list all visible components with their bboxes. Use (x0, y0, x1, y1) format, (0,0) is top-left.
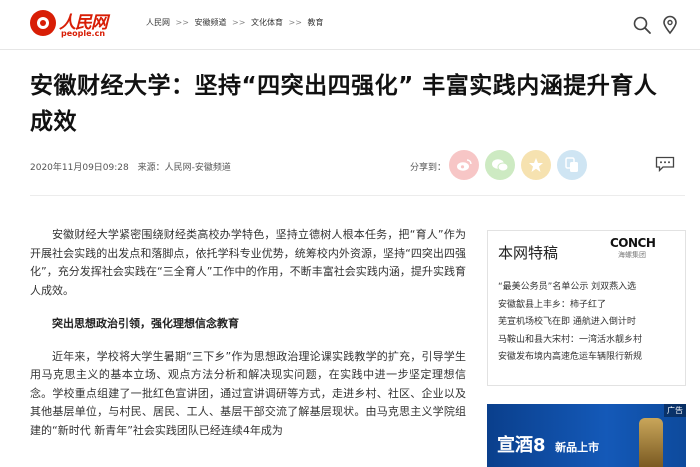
article-paragraph: 近年来，学校将大学生暑期“三下乡”作为思想政治理论课实践教学的扩充，引导学生用马… (30, 349, 466, 437)
article-title: 安徽财经大学：坚持“四突出四强化” 丰富实践内涵提升育人成效 (30, 73, 658, 135)
conch-logo[interactable]: CONCH 海螺集团 (610, 236, 680, 262)
breadcrumb-separator: >> (175, 18, 189, 27)
location-icon[interactable] (660, 15, 680, 35)
featured-list: “最美公务员”名单公示 刘双燕入选 安徽歙县上丰乡：柿子红了 芜宣机场校飞在即 … (498, 279, 683, 367)
ad-bottle-image (639, 418, 663, 467)
breadcrumb-item[interactable]: 教育 (308, 18, 324, 27)
article-subheading: 突出思想政治引领，强化理想信念教育 (52, 317, 239, 330)
meta-divider (30, 195, 685, 196)
ad-headline: 宣酒8 新品上市 (497, 431, 599, 457)
featured-link[interactable]: 安徽发布境内高速危运车辆限行新规 (498, 349, 683, 367)
share-weibo-button[interactable] (449, 150, 479, 180)
article-body: 安徽财经大学紧密围绕财经类高校办学特色，坚持立德树人根本任务，把“育人”作为开展… (30, 226, 466, 455)
conch-logo-text: CONCH (610, 236, 656, 250)
article-paragraph: 安徽财经大学紧密围绕财经类高校办学特色，坚持立德树人根本任务，把“育人”作为开展… (30, 228, 466, 297)
logo-en-text: people.cn (61, 29, 106, 38)
ad-brand: 宣酒8 (497, 435, 546, 456)
ad-subtitle: 新品上市 (555, 441, 600, 454)
featured-link[interactable]: “最美公务员”名单公示 刘双燕入选 (498, 279, 683, 297)
share-label: 分享到： (410, 163, 447, 173)
share-wechat-button[interactable] (485, 150, 515, 180)
conch-logo-subtext: 海螺集团 (618, 251, 646, 259)
star-icon (529, 158, 543, 172)
breadcrumb-item[interactable]: 安徽频道 (195, 18, 227, 27)
panel-title: 本网特稿 (498, 244, 559, 262)
site-logo[interactable]: 人民网 people.cn (30, 8, 110, 42)
article-meta: 2020年11月09日09:28 来源：人民网-安徽频道 (30, 160, 231, 173)
breadcrumb: 人民网 >> 安徽频道 >> 文化体育 >> 教育 (146, 17, 324, 28)
wechat-icon (492, 159, 509, 172)
logo-mark (30, 10, 56, 36)
featured-link[interactable]: 芜宣机场校飞在即 通航进入倒计时 (498, 314, 683, 332)
share-copy-button[interactable] (557, 150, 587, 180)
advertisement-banner[interactable]: 广告 宣酒8 新品上市 (487, 404, 686, 467)
featured-link[interactable]: 马鞍山和县大宋村：一湾活水靓乡村 (498, 332, 683, 350)
site-header: 人民网 people.cn 人民网 >> 安徽频道 >> 文化体育 >> 教育 (0, 0, 700, 50)
publish-datetime: 2020年11月09日09:28 (30, 163, 129, 173)
breadcrumb-separator: >> (288, 18, 302, 27)
breadcrumb-item[interactable]: 文化体育 (251, 18, 283, 27)
breadcrumb-item[interactable]: 人民网 (146, 18, 170, 27)
search-icon[interactable] (632, 15, 652, 35)
weibo-icon (457, 159, 472, 171)
breadcrumb-separator: >> (232, 18, 246, 27)
featured-articles-panel: 本网特稿 CONCH 海螺集团 “最美公务员”名单公示 刘双燕入选 安徽歙县上丰… (487, 230, 686, 386)
ad-tag: 广告 (664, 404, 686, 417)
featured-link[interactable]: 安徽歙县上丰乡：柿子红了 (498, 297, 683, 315)
comment-icon[interactable] (655, 156, 675, 172)
share-favorite-button[interactable] (521, 150, 551, 180)
copy-icon (565, 157, 578, 172)
article-source: 来源：人民网-安徽频道 (137, 163, 231, 173)
